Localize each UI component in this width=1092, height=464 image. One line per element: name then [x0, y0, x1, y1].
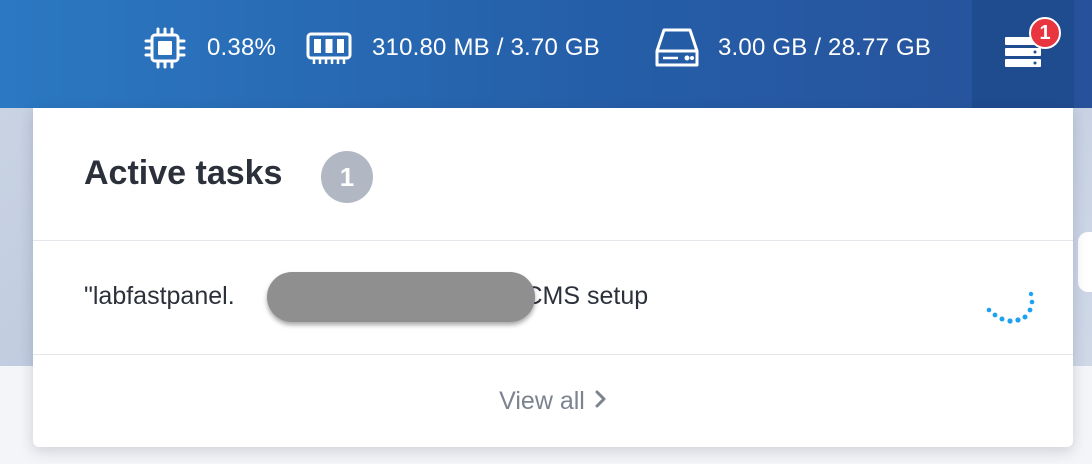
memory-usage-value: 310.80 MB / 3.70 GB	[372, 34, 600, 61]
view-all-link[interactable]: View all	[33, 356, 1073, 447]
dropdown-title: Active tasks	[84, 154, 283, 192]
notification-badge: 1	[1029, 17, 1061, 49]
disk-usage-value: 3.00 GB / 28.77 GB	[718, 34, 932, 61]
task-item[interactable]: "labfastpanel. " CMS setup	[33, 241, 1073, 355]
hard-drive-icon	[654, 25, 700, 71]
chevron-right-icon	[595, 387, 607, 416]
background-shape	[1078, 232, 1092, 292]
memory-icon	[306, 28, 352, 68]
cpu-icon	[143, 26, 187, 70]
active-tasks-button[interactable]	[972, 0, 1074, 108]
cpu-usage-value: 0.38%	[207, 34, 277, 61]
memory-usage-stat: 310.80 MB / 3.70 GB	[306, 24, 600, 72]
task-count-badge: 1	[321, 151, 373, 203]
disk-usage-stat: 3.00 GB / 28.77 GB	[654, 24, 931, 72]
spinner-icon	[979, 286, 1039, 338]
redacted-domain	[267, 272, 535, 322]
view-all-label: View all	[499, 387, 585, 415]
cpu-usage-stat: 0.38%	[143, 24, 276, 72]
task-label-prefix: "labfastpanel.	[84, 282, 235, 310]
active-tasks-dropdown: Active tasks 1 "labfastpanel. " CMS setup	[33, 108, 1073, 447]
dropdown-header: Active tasks 1	[33, 108, 1073, 241]
